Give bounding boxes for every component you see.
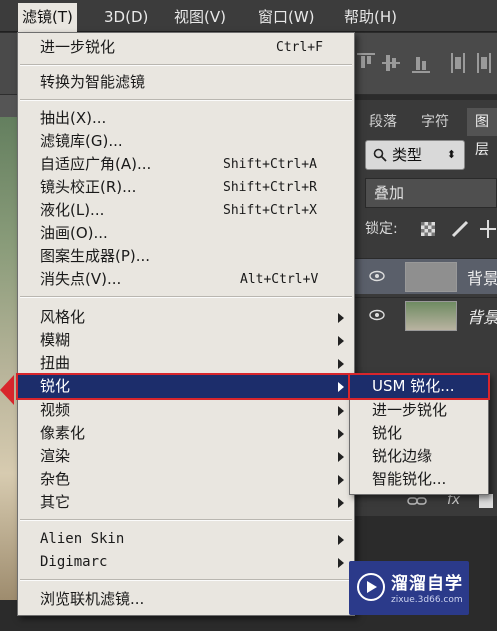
distribute-h-icon[interactable] [474,51,496,75]
menu-item-lens-correction[interactable]: 镜头校正(R)... Shift+Ctrl+R [18,176,354,199]
submenu-item-sharpen-edges[interactable]: 锐化边缘 [350,445,488,468]
submenu-arrow-icon [338,336,344,346]
submenu-arrow-icon [338,535,344,545]
submenu-arrow-icon [338,452,344,462]
menu-item-video[interactable]: 视频 [18,399,354,422]
menu-item-noise[interactable]: 杂色 [18,468,354,491]
menu-item-pixelate[interactable]: 像素化 [18,422,354,445]
layer-thumbnail [405,262,457,292]
submenu-arrow-icon [338,498,344,508]
lock-label: 锁定: [365,221,398,237]
watermark-logo: 溜溜自学 zixue.3d66.com [349,561,469,615]
menu-item-render[interactable]: 渲染 [18,445,354,468]
canvas-image [0,95,17,600]
layer-name: 背景 [467,269,497,288]
menu-bar: 滤镜(T) 3D(D) 视图(V) 窗口(W) 帮助(H) [0,0,497,32]
submenu-arrow-icon [338,558,344,568]
submenu-arrow-icon [338,406,344,416]
menu-item-liquify[interactable]: 液化(L)... Shift+Ctrl+X [18,199,354,222]
submenu-item-smart-sharpen[interactable]: 智能锐化... [350,468,488,491]
blend-mode-select[interactable]: 叠加 [365,178,497,208]
updown-icon: ⬍ [446,148,456,161]
layer-row[interactable]: 背景 [355,297,497,333]
menu-separator [20,579,352,581]
align-vcenter-icon[interactable] [380,51,402,75]
menu-filter[interactable]: 滤镜(T) [18,3,77,32]
menu-item-other[interactable]: 其它 [18,491,354,514]
menu-item-oil-paint[interactable]: 油画(O)... [18,222,354,245]
submenu-arrow-icon [338,313,344,323]
submenu-arrow-icon [338,359,344,369]
layer-name: 背景 [467,308,497,327]
menu-item-pattern-maker[interactable]: 图案生成器(P)... [18,245,354,268]
menu-item-adaptive-wide-angle[interactable]: 自适应广角(A)... Shift+Ctrl+A [18,153,354,176]
distribute-icon[interactable] [448,51,470,75]
layer-filter-kind-select[interactable]: 类型 ⬍ [365,140,465,170]
menu-item-digimarc[interactable]: Digimarc [18,551,354,574]
eye-icon[interactable] [369,269,385,283]
menu-separator [20,99,352,101]
align-top-icon[interactable] [355,51,377,75]
menu-item-filter-gallery[interactable]: 滤镜库(G)... [18,130,354,153]
menu-item-distort[interactable]: 扭曲 [18,352,354,375]
watermark-url: zixue.3d66.com [391,595,463,605]
submenu-item-sharpen[interactable]: 锐化 [350,422,488,445]
menu-item-stylize[interactable]: 风格化 [18,306,354,329]
ruler [0,95,17,117]
menu-item-blur[interactable]: 模糊 [18,329,354,352]
link-icon[interactable] [407,494,427,508]
menu-3d[interactable]: 3D(D) [100,6,152,28]
submenu-item-unsharp-mask[interactable]: USM 锐化... [348,373,490,400]
play-icon [367,581,377,593]
menu-separator [20,64,352,66]
move-icon[interactable] [479,218,497,240]
mask-icon[interactable] [479,494,493,508]
sharpen-submenu: USM 锐化... 进一步锐化 锐化 锐化边缘 智能锐化... [348,373,490,495]
submenu-arrow-icon [338,429,344,439]
search-icon [373,148,387,162]
menu-view[interactable]: 视图(V) [170,6,230,28]
menu-item-alien-skin[interactable]: Alien Skin [18,528,354,551]
blend-mode-label: 叠加 [374,184,405,202]
menu-separator [20,296,352,298]
layer-thumbnail [405,301,457,331]
tab-paragraph[interactable]: 段落 [361,108,405,136]
submenu-arrow-icon [338,475,344,485]
menu-item-browse-online-filters[interactable]: 浏览联机滤镜... [18,588,354,611]
menu-help[interactable]: 帮助(H) [340,6,401,28]
menu-item-extract[interactable]: 抽出(X)... [18,107,354,130]
layer-row[interactable]: 背景 [355,258,497,294]
align-bottom-icon[interactable] [410,51,432,75]
red-arrow-icon [0,375,14,405]
submenu-arrow-icon [338,382,344,392]
menu-item-last-filter[interactable]: 进一步锐化 Ctrl+F [18,36,354,59]
menu-separator [20,519,352,521]
tab-character[interactable]: 字符 [413,108,457,136]
tab-layers[interactable]: 图层 [467,108,497,158]
menu-item-convert-smart-filter[interactable]: 转换为智能滤镜 [18,71,354,94]
menu-item-vanishing-point[interactable]: 消失点(V)... Alt+Ctrl+V [18,268,354,291]
filter-menu: 进一步锐化 Ctrl+F 转换为智能滤镜 抽出(X)... 滤镜库(G)... 自… [16,32,356,616]
submenu-item-sharpen-more[interactable]: 进一步锐化 [350,399,488,422]
lock-transparent-icon[interactable] [421,222,435,236]
menu-item-sharpen[interactable]: 锐化 [16,373,356,400]
filter-kind-label: 类型 [392,146,423,164]
menu-window[interactable]: 窗口(W) [254,6,319,28]
eye-icon[interactable] [369,308,385,322]
brush-icon[interactable] [449,218,471,240]
watermark-title: 溜溜自学 [391,574,463,594]
